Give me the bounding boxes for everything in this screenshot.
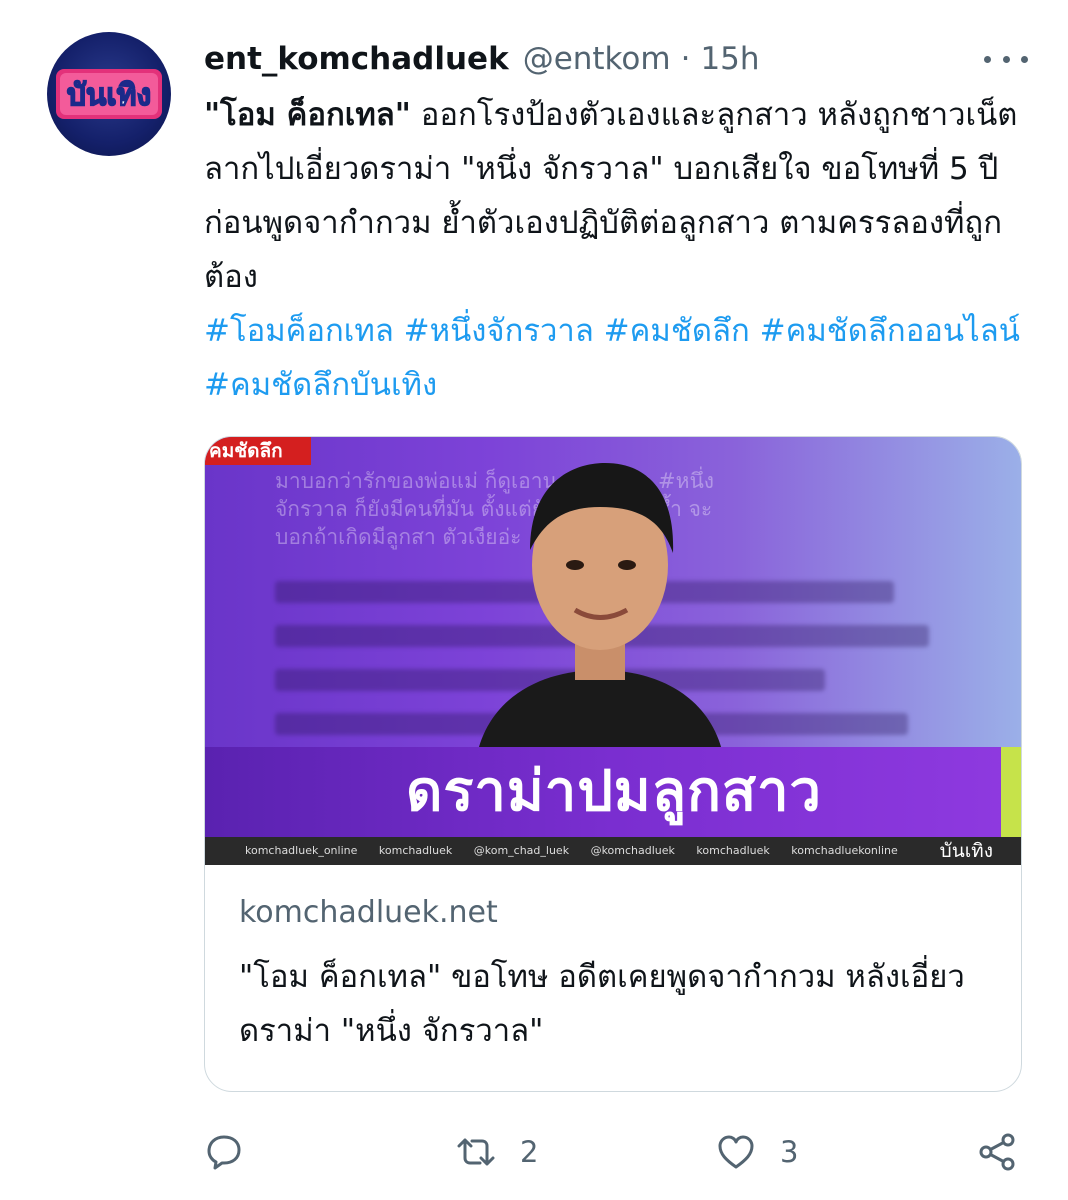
retweet-icon [457, 1138, 495, 1166]
headline-banner: ดราม่าปมลูกสาว [205, 747, 1021, 837]
hashtags[interactable]: #โอมค็อกเทล #หนึ่งจักรวาล #คมชัดลึก #คมช… [204, 313, 1020, 403]
link-card[interactable]: มาบอกว่ารักของพ่อแม่ ก็ดูเอานะ นอกจาก #ห… [204, 436, 1022, 1092]
card-meta[interactable]: komchadluek.net "โอม ค็อกเทล" ขอโทษ อดีต… [239, 895, 991, 1058]
like-count: 3 [780, 1135, 799, 1169]
brand-logo: บันเทิง [56, 69, 162, 119]
tweet-actions: 2 3 [204, 1126, 1024, 1178]
social-bar: komchadluek_online komchadluek @kom_chad… [205, 837, 1021, 865]
reply-icon [207, 1135, 241, 1170]
tweet-text: "โอม ค็อกเทล" ออกโรงป้องตัวเองและลูกสาว … [204, 88, 1024, 412]
like-icon [718, 1135, 754, 1169]
card-title: "โอม ค็อกเทล" ขอโทษ อดีตเคยพูดจากำกวม หล… [239, 959, 965, 1049]
social-handle: @komchadluek [590, 844, 675, 857]
separator: · [680, 41, 691, 77]
social-handle: komchadluekonline [791, 844, 898, 857]
share-icon [979, 1133, 1015, 1171]
user-handle[interactable]: @entkom [523, 41, 671, 77]
social-handle: komchadluek [696, 844, 770, 857]
share-button[interactable] [978, 1126, 1018, 1178]
tweet-header: ent_komchadluek @entkom · 15h [204, 36, 1028, 82]
svg-text:บันเทิง: บันเทิง [67, 78, 151, 113]
like-button[interactable]: 3 [716, 1126, 798, 1178]
retweet-count: 2 [520, 1135, 539, 1169]
person-photo [475, 463, 725, 765]
display-name[interactable]: ent_komchadluek [204, 41, 509, 77]
more-icon[interactable] [984, 44, 1028, 74]
section-tag: บันเทิง [939, 840, 993, 862]
retweet-button[interactable]: 2 [456, 1126, 538, 1178]
social-handle: komchadluek_online [245, 844, 358, 857]
social-handle: @kom_chad_luek [473, 844, 570, 857]
tweet-text-bold: "โอม ค็อกเทล" [204, 97, 411, 133]
timestamp[interactable]: 15h [700, 41, 759, 77]
reply-button[interactable] [204, 1126, 268, 1178]
card-domain: komchadluek.net [239, 895, 498, 930]
banner-accent [1001, 747, 1021, 837]
banner-title: ดราม่าปมลูกสาว [405, 759, 822, 824]
avatar[interactable]: บันเทิง [47, 32, 171, 156]
brand-tag: คมชัดลึก [205, 437, 311, 465]
social-handle: komchadluek [378, 844, 453, 857]
card-image[interactable]: มาบอกว่ารักของพ่อแม่ ก็ดูเอานะ นอกจาก #ห… [205, 437, 1021, 865]
